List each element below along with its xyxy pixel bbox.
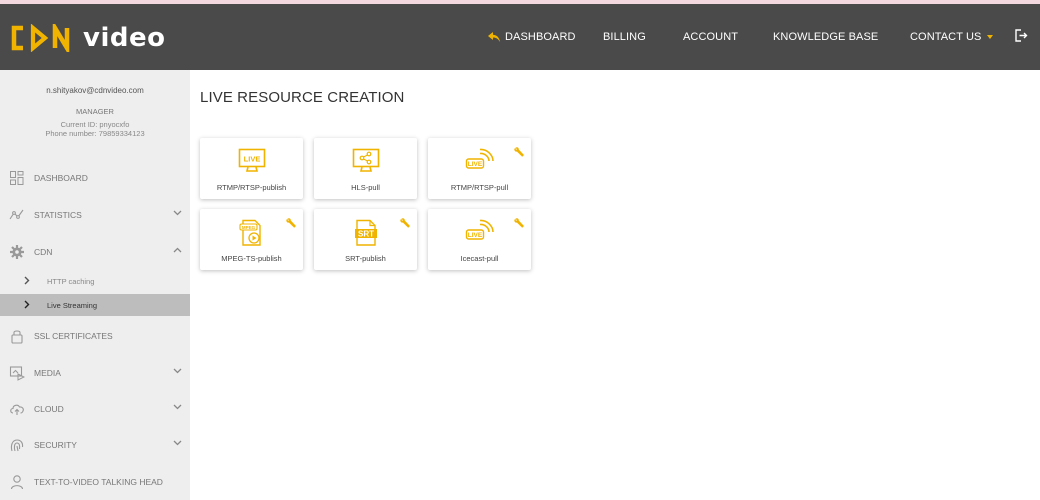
sidebar-item-ssl-certificates[interactable]: SSL CERTIFICATES bbox=[0, 323, 190, 349]
chevron-down-icon bbox=[173, 368, 182, 374]
sidebar-subitem-live-streaming[interactable]: Live Streaming bbox=[0, 294, 190, 316]
sidebar-item-label: CDN bbox=[34, 247, 53, 257]
back-arrow-icon bbox=[488, 32, 500, 42]
nav-account[interactable]: ACCOUNT bbox=[683, 4, 738, 70]
user-phone: Phone number: 79859334123 bbox=[45, 129, 145, 138]
user-role: MANAGER bbox=[76, 107, 114, 116]
card-label: RTMP/RTSP-publish bbox=[216, 183, 287, 192]
sidebar-subitem-http-caching[interactable]: HTTP caching bbox=[0, 270, 190, 292]
svg-text:MPEG: MPEG bbox=[241, 225, 255, 230]
gear-icon bbox=[10, 245, 24, 259]
card-srt-publish[interactable]: SRT SRT-publish bbox=[314, 209, 417, 270]
svg-text:SRT: SRT bbox=[358, 230, 374, 239]
talking-head-icon bbox=[10, 475, 24, 490]
user-email: n.shityakov@cdnvideo.com bbox=[46, 86, 144, 95]
media-icon bbox=[9, 366, 25, 381]
nav-billing-label: BILLING bbox=[603, 31, 646, 43]
chevron-up-icon bbox=[173, 247, 182, 253]
sidebar-item-cdn[interactable]: CDN bbox=[0, 239, 190, 265]
nav-contact-us[interactable]: CONTACT US bbox=[910, 4, 993, 70]
mpeg-file-icon: MPEG bbox=[238, 219, 261, 246]
chevron-right-icon bbox=[24, 276, 30, 285]
nav-knowledge-base[interactable]: KNOWLEDGE BASE bbox=[773, 4, 878, 70]
card-mpeg-ts-publish[interactable]: MPEG MPEG-TS-publish bbox=[200, 209, 303, 270]
sidebar-subitem-label: HTTP caching bbox=[47, 277, 95, 286]
sidebar: n.shityakov@cdnvideo.com MANAGER Current… bbox=[0, 70, 190, 500]
top-header: video DASHBOARD BILLING ACCOUNT KNOWLEDG… bbox=[0, 4, 1040, 70]
nav-dashboard-label: DASHBOARD bbox=[505, 31, 576, 43]
nav-account-label: ACCOUNT bbox=[683, 31, 739, 43]
wrench-icon bbox=[514, 147, 524, 157]
wrench-icon bbox=[514, 218, 524, 228]
sidebar-item-label: SSL CERTIFICATES bbox=[34, 331, 113, 341]
chevron-right-icon bbox=[24, 300, 30, 309]
cloud-upload-icon bbox=[10, 404, 24, 415]
sidebar-item-label: STATISTICS bbox=[34, 210, 82, 220]
wrench-icon bbox=[400, 218, 410, 228]
svg-text:LIVE: LIVE bbox=[467, 232, 482, 239]
user-current-id: Current ID: pnyocxfo bbox=[60, 120, 130, 129]
sidebar-item-label: SECURITY bbox=[34, 440, 77, 450]
page-title: LIVE RESOURCE CREATION bbox=[200, 89, 405, 106]
sidebar-item-dashboard[interactable]: DASHBOARD bbox=[0, 165, 190, 191]
sidebar-item-label: MEDIA bbox=[34, 368, 61, 378]
dashboard-grid-icon bbox=[10, 171, 24, 185]
nav-contact-us-label: CONTACT US bbox=[910, 31, 982, 43]
nav-dashboard[interactable]: DASHBOARD bbox=[487, 4, 576, 70]
live-signal-icon: LIVE bbox=[465, 148, 494, 169]
cdn-logo-mark-icon bbox=[11, 24, 70, 52]
share-monitor-icon bbox=[352, 148, 379, 172]
lock-icon bbox=[11, 330, 23, 344]
svg-text:LIVE: LIVE bbox=[243, 155, 260, 164]
logo-wordmark: video bbox=[83, 23, 166, 53]
sidebar-item-media[interactable]: MEDIA bbox=[0, 360, 190, 386]
card-hls-pull[interactable]: HLS-pull bbox=[314, 138, 417, 199]
statistics-chart-icon bbox=[9, 209, 24, 220]
card-label: MPEG-TS-publish bbox=[221, 254, 282, 263]
card-label: Icecast-pull bbox=[460, 254, 499, 263]
sidebar-item-statistics[interactable]: STATISTICS bbox=[0, 202, 190, 228]
live-signal-icon: LIVE bbox=[465, 219, 494, 240]
sidebar-item-security[interactable]: SECURITY bbox=[0, 432, 190, 458]
live-monitor-icon: LIVE bbox=[238, 148, 265, 172]
sidebar-item-cloud[interactable]: CLOUD bbox=[0, 396, 190, 422]
caret-down-icon bbox=[986, 35, 993, 39]
card-label: RTMP/RTSP-pull bbox=[450, 183, 509, 192]
chevron-down-icon bbox=[173, 440, 182, 446]
sidebar-item-label: TEXT-TO-VIDEO TALKING HEAD bbox=[34, 477, 163, 487]
chevron-down-icon bbox=[173, 404, 182, 410]
logout-button[interactable] bbox=[1015, 29, 1028, 47]
card-rtmp-rtsp-pull[interactable]: LIVE RTMP/RTSP-pull bbox=[428, 138, 531, 199]
card-icecast-pull[interactable]: LIVE Icecast-pull bbox=[428, 209, 531, 270]
chevron-down-icon bbox=[173, 210, 182, 216]
sidebar-subitem-label: Live Streaming bbox=[47, 301, 98, 310]
card-label: HLS-pull bbox=[351, 183, 380, 192]
security-fingerprint-icon bbox=[10, 439, 24, 452]
nav-billing[interactable]: BILLING bbox=[603, 4, 646, 70]
sidebar-item-label: DASHBOARD bbox=[34, 173, 88, 183]
nav-knowledge-base-label: KNOWLEDGE BASE bbox=[773, 31, 879, 43]
logout-icon bbox=[1015, 29, 1028, 42]
svg-text:LIVE: LIVE bbox=[467, 161, 482, 168]
sidebar-item-label: CLOUD bbox=[34, 404, 64, 414]
card-rtmp-rtsp-publish[interactable]: LIVE RTMP/RTSP-publish bbox=[200, 138, 303, 199]
card-label: SRT-publish bbox=[345, 254, 386, 263]
wrench-icon bbox=[286, 218, 296, 228]
srt-file-icon: SRT bbox=[354, 219, 377, 246]
sidebar-item-text-to-video[interactable]: TEXT-TO-VIDEO TALKING HEAD bbox=[0, 469, 190, 495]
cdnvideo-logo[interactable]: video bbox=[11, 24, 165, 52]
